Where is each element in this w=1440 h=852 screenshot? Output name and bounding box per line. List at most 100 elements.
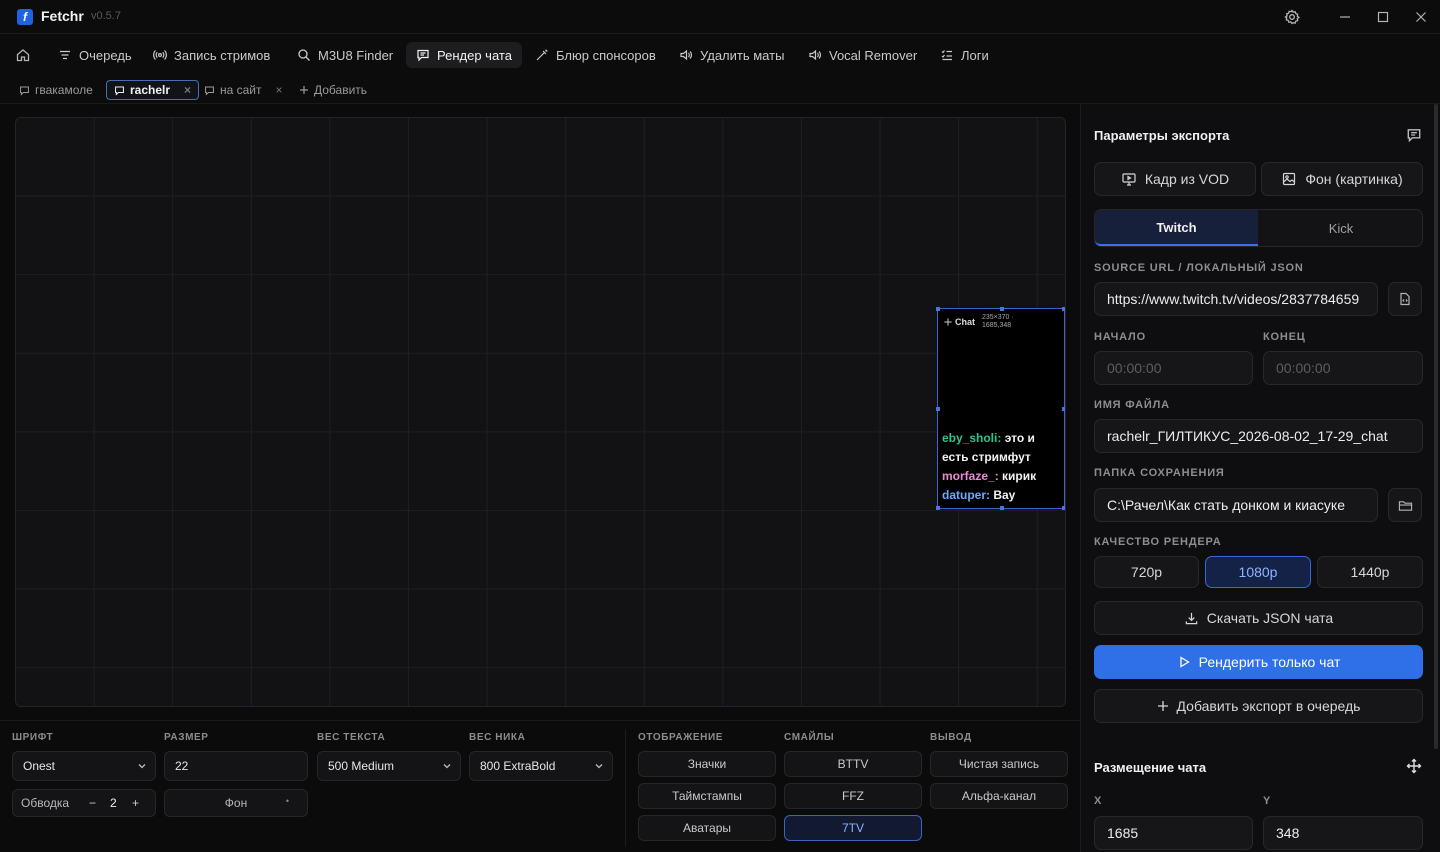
x-position-input[interactable]: 1685 [1094,816,1253,850]
chat-text: Bay [990,488,1016,502]
resize-handle[interactable] [936,506,940,510]
toggle-bttv[interactable]: BTTV [784,751,922,777]
chat-icon [115,85,124,96]
render-chat-only-button[interactable]: Рендерить только чат [1094,645,1423,679]
folder-open-icon[interactable] [1388,488,1422,522]
resize-handle[interactable] [1000,506,1004,510]
divider [625,729,626,847]
tab-label: rachelr [130,83,171,97]
start-time-input[interactable]: 00:00:00 [1094,351,1253,385]
end-time-input[interactable]: 00:00:00 [1263,351,1423,385]
nick-weight-select[interactable]: 800 ExtraBold [469,751,613,781]
render-preview-canvas[interactable]: Chat 235×370 · 1685,348 eby_sholi: это и… [15,117,1066,707]
tab-rachelr[interactable]: rachelr × [106,80,200,100]
nav-item-remove-swears[interactable]: Удалить маты [669,42,794,68]
monitor-icon [1122,173,1136,186]
download-json-button[interactable]: Скачать JSON чата [1094,601,1423,635]
home-icon[interactable] [12,44,34,66]
color-swatch-icon: • [285,796,289,806]
toggle-badges[interactable]: Значки [638,751,776,777]
stroke-decrement-button[interactable]: − [89,796,96,810]
render-chat-only-label: Рендерить только чат [1198,654,1341,670]
nav-item-label: Vocal Remover [829,47,918,63]
chat-overlay-box[interactable]: Chat 235×370 · 1685,348 eby_sholi: это и… [936,307,1065,510]
chat-preview-icon[interactable] [1406,127,1422,143]
toggle-7tv[interactable]: 7TV [784,815,922,841]
panel-scrollbar[interactable] [1434,104,1438,749]
nav-item-chat-render[interactable]: Рендер чата [406,42,522,68]
filename-input[interactable]: rachelr_ГИЛТИКУС_2026-08-02_17-29_chat [1094,419,1423,453]
platform-tab-twitch[interactable]: Twitch [1095,210,1258,246]
font-select[interactable]: Onest [12,751,156,781]
app-name: Fetchr [41,8,84,24]
source-url-input[interactable]: https://www.twitch.tv/videos/2837784659 [1094,282,1378,316]
platform-switch: Twitch Kick [1094,209,1423,247]
resize-handle[interactable] [936,407,940,411]
close-window-button[interactable] [1409,6,1433,28]
export-title: Параметры экспорта [1094,128,1230,143]
nav-item-queue[interactable]: Очередь [48,42,142,68]
nav-item-logs[interactable]: Логи [930,42,999,68]
queue-icon [60,50,70,60]
text-weight-select[interactable]: 500 Medium [317,751,461,781]
size-value: 22 [175,759,189,773]
platform-tab-kick[interactable]: Kick [1259,210,1423,246]
add-export-to-queue-button[interactable]: Добавить экспорт в очередь [1094,689,1423,723]
search-icon [298,49,310,61]
background-image-button[interactable]: Фон (картинка) [1261,162,1423,196]
tab-guacamole[interactable]: гвакамоле [12,80,100,100]
tab-label: гвакамоле [35,83,93,97]
chat-message: morfaze_: кирик [942,467,1062,486]
resize-handle[interactable] [1062,407,1065,411]
nav-item-m3u8-finder[interactable]: M3U8 Finder [287,42,403,68]
output-label: ВЫВОД [930,732,972,743]
nav-item-label: Запись стримов [174,47,271,63]
list-icon [941,50,952,61]
save-folder-input[interactable]: C:\Рачел\Как стать донком и киасуке [1094,488,1378,522]
nav-item-sponsor-blur[interactable]: Блюр спонсоров [525,42,666,68]
render-quality-label: КАЧЕСТВО РЕНДЕРА [1094,536,1222,548]
toggle-timestamps[interactable]: Таймстампы [638,783,776,809]
size-input[interactable]: 22 [164,751,308,781]
font-label: ШРИФТ [12,732,54,743]
end-label: КОНЕЦ [1263,331,1306,343]
toggle-ffz[interactable]: FFZ [784,783,922,809]
quality-720p-button[interactable]: 720p [1094,556,1199,588]
frame-from-vod-button[interactable]: Кадр из VOD [1094,162,1256,196]
resize-handle[interactable] [1062,307,1065,311]
resize-handle[interactable] [1000,307,1004,311]
chat-move-tag[interactable]: Chat [944,317,975,327]
add-tab-button[interactable]: Добавить [292,80,374,100]
move-icon[interactable] [1406,758,1422,774]
maximize-button[interactable] [1371,6,1395,28]
toggle-clean-record[interactable]: Чистая запись [930,751,1068,777]
document-tabs: гвакамоле rachelr × на сайт × Добавить [0,76,1440,104]
nav-item-stream-record[interactable]: Запись стримов [143,42,280,68]
stroke-label: Обводка [21,796,70,810]
close-tab-icon[interactable]: × [184,83,191,97]
resize-handle[interactable] [1062,506,1065,510]
resize-handle[interactable] [936,307,940,311]
minimize-button[interactable] [1333,6,1357,28]
add-export-label: Добавить экспорт в очередь [1176,698,1361,714]
quality-1080p-button[interactable]: 1080p [1205,556,1311,588]
stroke-stepper: Обводка − 2 + [12,789,156,817]
background-image-label: Фон (картинка) [1305,171,1403,187]
nav-item-vocal-remover[interactable]: Vocal Remover [798,42,927,68]
chat-messages: eby_sholi: это и есть стримфут morfaze_:… [942,429,1062,505]
tab-to-site[interactable]: на сайт × [197,80,290,100]
toggle-avatars[interactable]: Аватары [638,815,776,841]
broadcast-icon [153,50,167,60]
y-position-input[interactable]: 348 [1263,816,1423,850]
background-color-button[interactable]: Фон • [164,789,308,817]
chat-icon [20,85,29,96]
settings-gear-icon[interactable] [1280,6,1304,28]
chat-username: morfaze_: [942,469,999,483]
close-tab-icon[interactable]: × [276,83,283,97]
quality-1440p-button[interactable]: 1440p [1317,556,1423,588]
toggle-alpha-channel[interactable]: Альфа-канал [930,783,1068,809]
stroke-increment-button[interactable]: + [132,796,139,810]
download-icon [1185,612,1198,624]
chat-placement-title: Размещение чата [1094,760,1207,775]
open-json-file-icon[interactable] [1388,282,1422,316]
